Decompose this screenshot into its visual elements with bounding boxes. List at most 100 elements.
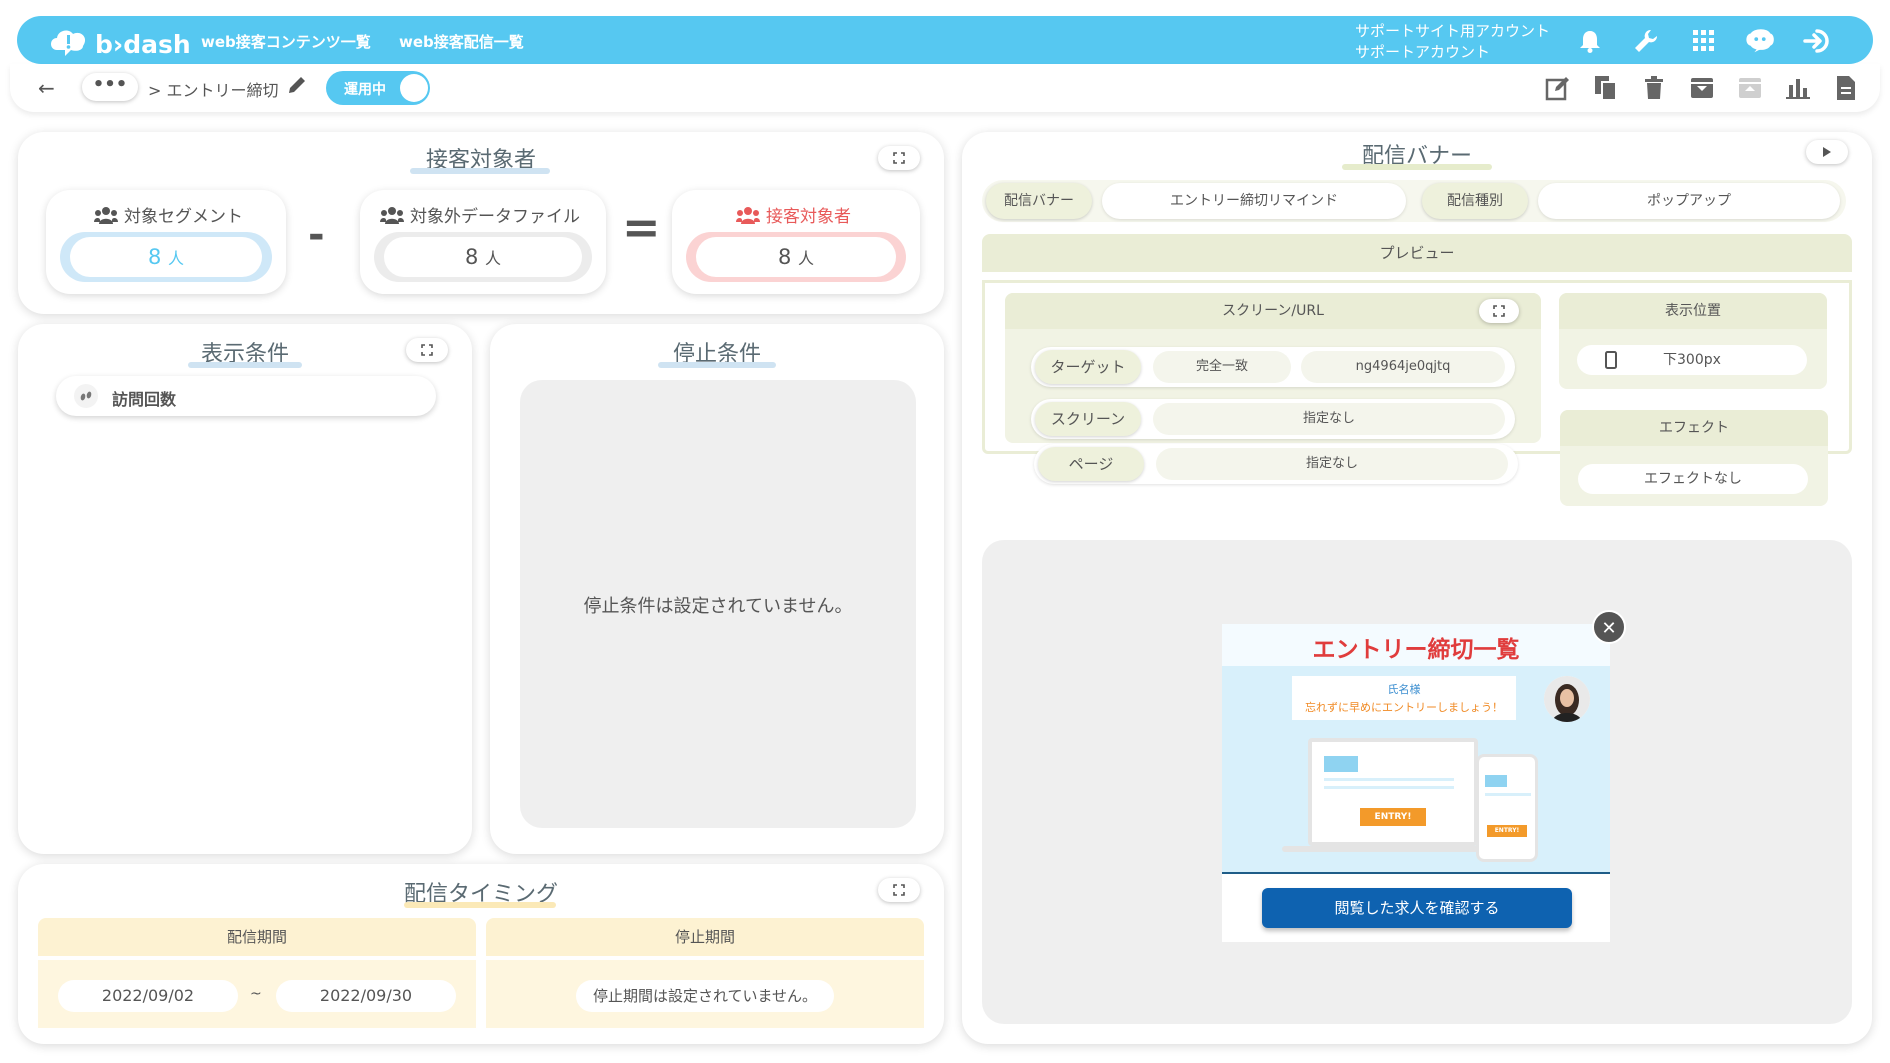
- audience-card: 接客対象者 対象セグメント 8 人 - 対象外データファイル 8 人 = 接客対…: [18, 132, 944, 314]
- back-arrow-icon[interactable]: ←: [38, 76, 55, 100]
- status-toggle-knob: [400, 74, 428, 102]
- popup-entry-button-phone: ENTRY!: [1487, 825, 1527, 837]
- stop-period-body: 停止期間は設定されていません。: [486, 960, 924, 1028]
- banner-play-button[interactable]: [1806, 140, 1848, 164]
- logo-text: b›dash: [95, 30, 191, 59]
- stop-conditions-underline: [658, 362, 776, 368]
- popup-title-bar: エントリー締切一覧: [1222, 624, 1610, 666]
- users-icon: [380, 206, 404, 224]
- nav-web-content-list[interactable]: web接客コンテンツ一覧: [201, 31, 371, 52]
- phone-illustration: ENTRY!: [1476, 754, 1538, 862]
- condition-item-visit-count[interactable]: 訪問回数: [56, 376, 436, 416]
- delivery-type-value[interactable]: ポップアップ: [1538, 183, 1840, 219]
- stop-conditions-empty-message: 停止条件は設定されていません。: [583, 596, 853, 617]
- users-icon: [736, 206, 760, 224]
- page-row: ページ 指定なし: [1034, 444, 1518, 484]
- status-toggle[interactable]: 運用中: [326, 71, 430, 105]
- target-segment-count-bg: 8 人: [60, 232, 272, 282]
- target-row-label: ターゲット: [1035, 350, 1141, 384]
- popup-close-button[interactable]: ✕: [1592, 610, 1626, 644]
- page-row-value[interactable]: 指定なし: [1156, 448, 1508, 480]
- result-audience-card[interactable]: 接客対象者 8 人: [672, 190, 920, 294]
- minus-operator: -: [308, 212, 325, 258]
- banner-label: 配信バナー: [986, 183, 1092, 219]
- display-conditions-expand-button[interactable]: [406, 338, 448, 362]
- audience-title-underline: [410, 168, 550, 174]
- delivery-period-header: 配信期間: [38, 918, 476, 956]
- effect-value[interactable]: エフェクトなし: [1578, 464, 1808, 494]
- breadcrumb-more-button[interactable]: •••: [82, 73, 138, 101]
- copy-icon[interactable]: [1592, 74, 1620, 102]
- stop-conditions-card: 停止条件 停止条件は設定されていません。: [490, 324, 944, 854]
- target-segment-label: 対象セグメント: [124, 207, 243, 227]
- bell-icon[interactable]: [1575, 26, 1605, 56]
- popup-banner[interactable]: エントリー締切一覧 氏名様 忘れずに早めにエントリーしましょう！ ENTRY!: [1222, 624, 1610, 942]
- laptop-base: [1282, 846, 1504, 852]
- screen-row-value[interactable]: 指定なし: [1153, 403, 1505, 435]
- stop-period-header: 停止期間: [486, 918, 924, 956]
- top-navigation-bar: b›dash web接客コンテンツ一覧 web接客配信一覧 サポートサイト用アカ…: [17, 16, 1873, 64]
- page-row-label: ページ: [1038, 447, 1144, 481]
- effect-panel: エフェクト エフェクトなし: [1560, 410, 1828, 506]
- screen-row-label: スクリーン: [1035, 402, 1141, 436]
- position-value-pill[interactable]: 下300px: [1577, 345, 1807, 375]
- target-segment-card[interactable]: 対象セグメント 8 人: [46, 190, 286, 294]
- position-label: 表示位置: [1559, 293, 1827, 329]
- logout-icon[interactable]: [1803, 26, 1833, 56]
- audience-expand-button[interactable]: [878, 146, 920, 170]
- preview-label: プレビュー: [982, 234, 1852, 272]
- account-subname[interactable]: サポートアカウント: [1355, 41, 1490, 62]
- delivery-timing-underline: [404, 902, 556, 908]
- excluded-file-count-bg: 8 人: [374, 232, 592, 282]
- start-date[interactable]: 2022/09/02: [58, 980, 238, 1012]
- popup-image: 氏名様 忘れずに早めにエントリーしましょう！ ENTRY! ENTRY!: [1222, 666, 1610, 872]
- result-count: 8 人: [696, 237, 896, 277]
- account-name[interactable]: サポートサイト用アカウント: [1355, 20, 1550, 41]
- target-value[interactable]: ng4964je0qjtq: [1301, 351, 1505, 383]
- screen-url-expand-button[interactable]: [1479, 299, 1519, 323]
- edit-icon[interactable]: [1544, 74, 1572, 102]
- popup-cta-button[interactable]: 閲覧した求人を確認する: [1262, 888, 1572, 928]
- banner-preview-area: エントリー締切一覧 氏名様 忘れずに早めにエントリーしましょう！ ENTRY!: [982, 540, 1852, 1024]
- excluded-file-card[interactable]: 対象外データファイル 8 人: [360, 190, 606, 294]
- excluded-file-count: 8 人: [384, 237, 582, 277]
- trash-icon[interactable]: [1640, 74, 1668, 102]
- target-segment-label-wrap: 対象セグメント: [94, 202, 243, 227]
- rename-pencil-icon[interactable]: [286, 74, 308, 100]
- excluded-file-label-wrap: 対象外データファイル: [380, 202, 580, 227]
- delivery-banner-card: 配信バナー 配信バナー エントリー締切リマインド 配信種別 ポップアップ プレビ…: [962, 132, 1872, 1044]
- popup-title: エントリー締切一覧: [1312, 637, 1520, 663]
- delivery-period-body: 2022/09/02 ~ 2022/09/30: [38, 960, 476, 1028]
- logo-cloud-icon: [51, 30, 86, 56]
- users-icon: [94, 206, 118, 224]
- document-icon[interactable]: [1832, 74, 1860, 102]
- breadcrumb-current: > エントリー締切: [148, 81, 279, 100]
- unarchive-icon[interactable]: [1736, 74, 1764, 102]
- stop-period-message: 停止期間は設定されていません。: [576, 980, 834, 1012]
- banner-value[interactable]: エントリー締切リマインド: [1102, 183, 1406, 219]
- popup-avatar: [1544, 676, 1590, 722]
- mobile-phone-icon: [1605, 351, 1617, 369]
- position-value: 下300px: [1663, 352, 1721, 368]
- wrench-icon[interactable]: [1631, 26, 1661, 56]
- chart-icon[interactable]: [1784, 74, 1812, 102]
- screen-url-panel: スクリーン/URL ターゲット 完全一致 ng4964je0qjtq スクリーン…: [1005, 293, 1541, 443]
- display-conditions-underline: [188, 362, 302, 368]
- bdash-logo[interactable]: b›dash: [47, 24, 191, 59]
- target-match-type[interactable]: 完全一致: [1153, 351, 1291, 383]
- nav-web-delivery-list[interactable]: web接客配信一覧: [399, 31, 524, 52]
- screen-url-label: スクリーン/URL: [1005, 293, 1541, 329]
- effect-label: エフェクト: [1560, 410, 1828, 446]
- popup-divider: [1222, 872, 1610, 874]
- grid-icon[interactable]: [1689, 26, 1719, 56]
- archive-icon[interactable]: [1688, 74, 1716, 102]
- popup-message: 忘れずに早めにエントリーしましょう！: [1305, 701, 1503, 714]
- end-date[interactable]: 2022/09/30: [276, 980, 456, 1012]
- date-range-tilde: ~: [250, 986, 262, 1002]
- chat-robot-icon[interactable]: [1745, 26, 1775, 56]
- delivery-type-label: 配信種別: [1422, 183, 1528, 219]
- equals-operator: =: [622, 200, 661, 254]
- delivery-timing-expand-button[interactable]: [878, 878, 920, 902]
- status-toggle-label: 運用中: [344, 82, 386, 98]
- action-bar: ← ••• > エントリー締切 運用中: [10, 64, 1880, 112]
